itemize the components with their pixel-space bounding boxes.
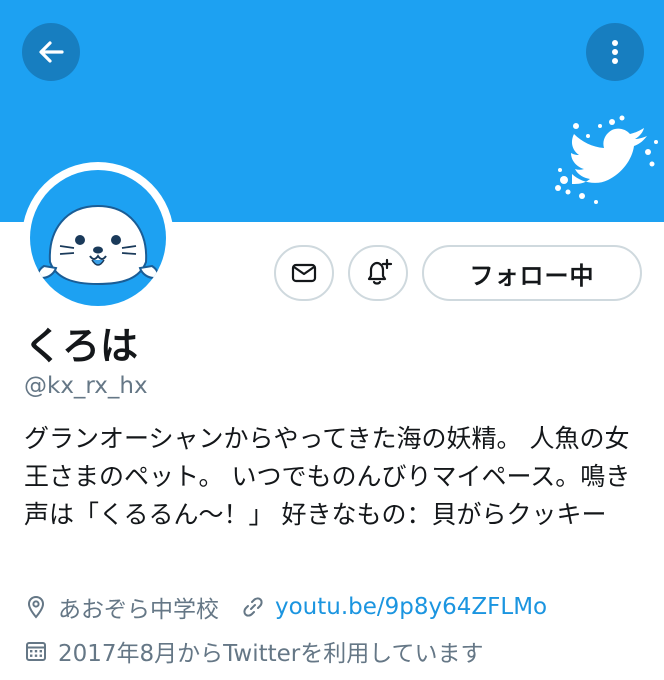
profile-location: あおぞら中学校 xyxy=(58,597,219,623)
profile-website-link[interactable]: youtu.be/9p8y64ZFLMo xyxy=(275,594,547,620)
arrow-left-icon xyxy=(39,41,64,63)
mail-icon xyxy=(291,263,317,283)
avatar-image xyxy=(30,170,166,306)
message-button[interactable] xyxy=(274,245,334,301)
calendar-icon xyxy=(26,642,46,661)
profile-meta-joined: 2017年8月からTwitterを利用しています xyxy=(24,634,484,668)
seal-avatar-illustration xyxy=(37,204,159,286)
profile-meta-location-website: あおぞら中学校 youtu.be/9p8y64ZFLMo xyxy=(24,590,547,624)
back-button[interactable] xyxy=(22,23,80,81)
bell-plus-icon xyxy=(367,258,393,285)
link-icon xyxy=(243,597,263,617)
notifications-button[interactable] xyxy=(348,245,408,301)
following-button[interactable]: フォロー中 xyxy=(422,245,642,301)
avatar[interactable] xyxy=(22,162,174,314)
location-pin-icon xyxy=(27,595,45,619)
more-vertical-icon xyxy=(612,40,618,64)
profile-name: くろは xyxy=(24,324,139,368)
profile-handle: @kx_rx_hx xyxy=(24,373,148,399)
profile-bio: グランオーシャンからやってきた海の妖精。 人魚の女王さまのペット。 いつでものん… xyxy=(24,424,631,529)
following-button-label: フォロー中 xyxy=(469,261,595,290)
profile-joined-date: 2017年8月からTwitterを利用しています xyxy=(58,641,484,667)
bird-icon xyxy=(555,115,658,204)
more-options-button[interactable] xyxy=(586,23,644,81)
